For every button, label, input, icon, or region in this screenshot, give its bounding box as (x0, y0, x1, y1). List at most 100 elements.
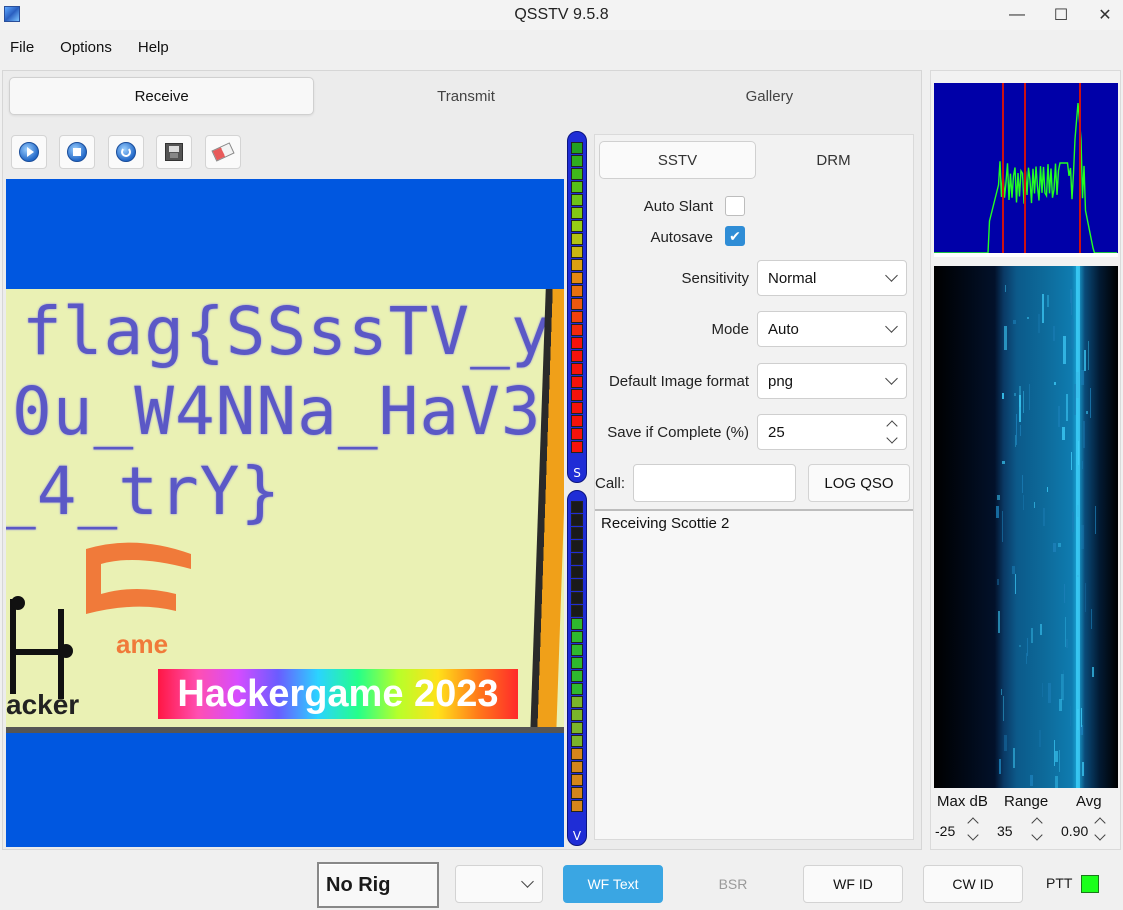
chevron-down-icon (885, 372, 898, 385)
rig-status: No Rig (317, 862, 439, 908)
image-text-line-3: _4_trY} (6, 453, 281, 530)
ptt-label: PTT (1046, 875, 1072, 891)
save-complete-label: Save if Complete (%) (607, 424, 749, 441)
autosave-checkbox[interactable]: ✔ (725, 226, 745, 246)
auto-slant-label: Auto Slant (644, 198, 713, 215)
signal-meter-cell (571, 428, 583, 440)
signal-meter-cell (571, 389, 583, 401)
status-log: Receiving Scottie 2 (595, 509, 913, 839)
image-bottom-strip (6, 727, 564, 733)
spectrum-panel: Max dB Range Avg -25 35 0.90 (930, 70, 1121, 850)
bottom-status-bar: No Rig WF Text BSR WF ID CW ID PTT (0, 856, 1123, 910)
signal-meter-cell (571, 311, 583, 323)
volume-meter-cell (571, 579, 583, 591)
window-title: QSSTV 9.5.8 (0, 6, 1123, 24)
menu-help[interactable]: Help (124, 32, 181, 62)
image-text-line-1: flag{SSssTV_y (22, 293, 552, 370)
start-button[interactable] (11, 135, 47, 169)
logo-hacker-text: acker (6, 689, 79, 721)
signal-meter-cell (571, 298, 583, 310)
save-icon (165, 143, 183, 161)
signal-meter: S (567, 131, 587, 483)
wf-id-button[interactable]: WF ID (803, 865, 903, 903)
tab-drm[interactable]: DRM (756, 141, 911, 179)
resync-icon (116, 142, 136, 162)
save-complete-spinbox[interactable]: 25 (757, 414, 907, 450)
hackergame-flag-logo (76, 539, 196, 639)
signal-meter-cell (571, 272, 583, 284)
chevron-down-icon (521, 875, 534, 888)
volume-meter-cell (571, 605, 583, 617)
log-qso-button[interactable]: LOG QSO (808, 464, 910, 502)
image-text-line-2: 0u_W4NNa_HaV3 (12, 373, 542, 450)
tab-sstv[interactable]: SSTV (599, 141, 756, 179)
call-input[interactable] (633, 464, 796, 502)
stop-icon (67, 142, 87, 162)
auto-slant-checkbox[interactable] (725, 196, 745, 216)
wf-text-button[interactable]: WF Text (563, 865, 663, 903)
volume-meter-cell (571, 800, 583, 812)
volume-meter-cell (571, 709, 583, 721)
logo-game-text: ame (116, 629, 168, 660)
sensitivity-select[interactable]: Normal (757, 260, 907, 296)
start-icon (19, 142, 39, 162)
signal-meter-label: S (568, 466, 586, 480)
volume-meter-cell (571, 748, 583, 760)
stop-button[interactable] (59, 135, 95, 169)
signal-meter-cell (571, 259, 583, 271)
signal-meter-cell (571, 168, 583, 180)
save-complete-value: 25 (768, 424, 785, 441)
signal-meter-cell (571, 233, 583, 245)
volume-meter-cell (571, 644, 583, 656)
spectrum-display (934, 83, 1118, 257)
max-db-spin-arrows-icon[interactable] (969, 819, 977, 839)
image-format-label: Default Image format (609, 373, 749, 390)
chevron-down-icon (885, 320, 898, 333)
image-format-select[interactable]: png (757, 363, 907, 399)
signal-meter-cell (571, 220, 583, 232)
save-button[interactable] (156, 135, 192, 169)
bsr-button[interactable]: BSR (683, 865, 783, 903)
signal-meter-cell (571, 142, 583, 154)
signal-meter-cell (571, 350, 583, 362)
volume-meter-cell (571, 787, 583, 799)
volume-meter-cell (571, 735, 583, 747)
image-format-value: png (768, 373, 793, 390)
mode-label: Mode (711, 321, 749, 338)
signal-meter-cell (571, 363, 583, 375)
rig-select[interactable] (455, 865, 543, 903)
cw-id-button[interactable]: CW ID (923, 865, 1023, 903)
range-spin-arrows-icon[interactable] (1033, 819, 1041, 839)
volume-meter-label: V (568, 829, 586, 843)
menu-options[interactable]: Options (46, 32, 124, 62)
tab-gallery[interactable]: Gallery (618, 77, 921, 115)
tab-transmit[interactable]: Transmit (314, 77, 617, 115)
hackergame-banner: Hackergame 2023 (158, 669, 518, 719)
ptt-indicator (1081, 875, 1099, 893)
signal-meter-cell (571, 376, 583, 388)
erase-button[interactable] (205, 135, 241, 169)
range-value: 35 (997, 823, 1013, 839)
tab-receive[interactable]: Receive (9, 77, 314, 115)
resync-button[interactable] (108, 135, 144, 169)
close-button[interactable]: ✕ (1082, 0, 1123, 30)
call-label: Call: (595, 475, 625, 492)
minimize-button[interactable]: — (994, 0, 1040, 30)
received-image: flag{SSssTV_y 0u_W4NNa_HaV3 _4_trY} ame … (6, 289, 564, 733)
spin-arrows-icon[interactable] (888, 422, 896, 442)
checkmark-icon: ✔ (729, 228, 741, 245)
mode-select[interactable]: Auto (757, 311, 907, 347)
status-message: Receiving Scottie 2 (601, 515, 729, 532)
signal-meter-cell (571, 415, 583, 427)
received-image-view: flag{SSssTV_y 0u_W4NNa_HaV3 _4_trY} ame … (6, 179, 564, 847)
avg-label: Avg (1076, 793, 1102, 810)
max-db-value: -25 (935, 823, 955, 839)
mode-tabs: SSTV DRM (599, 141, 911, 179)
avg-spin-arrows-icon[interactable] (1096, 819, 1104, 839)
signal-meter-cell (571, 194, 583, 206)
menu-file[interactable]: File (0, 32, 46, 62)
maximize-button[interactable]: ☐ (1038, 0, 1084, 30)
signal-meter-cell (571, 324, 583, 336)
volume-meter: V (567, 490, 587, 846)
volume-meter-cell (571, 618, 583, 630)
